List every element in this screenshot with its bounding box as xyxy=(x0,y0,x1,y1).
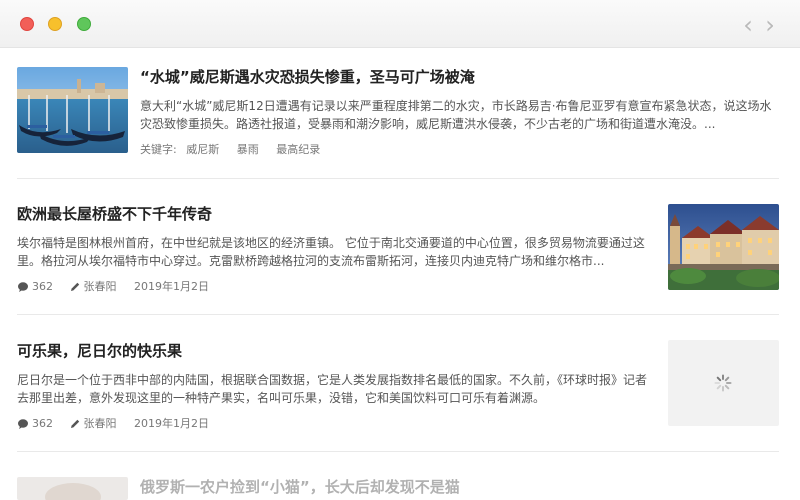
article-title[interactable]: “水城”威尼斯遇水灾恐损失惨重，圣马可广场被淹 xyxy=(140,67,775,87)
article-venice-flood[interactable]: “水城”威尼斯遇水灾恐损失惨重，圣马可广场被淹 意大利“水城”威尼斯12日遭遇有… xyxy=(140,67,775,157)
minimize-window-button[interactable] xyxy=(48,17,62,31)
pencil-icon xyxy=(70,282,79,291)
article-meta: 362 张春阳 2019年1月2日 xyxy=(17,417,653,431)
article-thumbnail-venice[interactable] xyxy=(17,67,128,153)
article-date: 2019年1月2日 xyxy=(134,280,209,293)
comment-icon xyxy=(18,419,28,429)
bridge-houses-photo-icon xyxy=(668,204,779,290)
article-thumbnail-cat[interactable] xyxy=(17,477,128,500)
article-meta: 362 张春阳 2019年1月2日 xyxy=(17,280,653,294)
article-thumbnail-bridge[interactable] xyxy=(668,204,779,290)
comment-icon xyxy=(18,282,28,292)
cat-photo-icon xyxy=(17,477,128,500)
article-author[interactable]: 张春阳 xyxy=(84,280,117,294)
article-keywords: 关键字: 威尼斯 暴雨 最高纪录 xyxy=(140,143,775,157)
article-title[interactable]: 俄罗斯一农户捡到“小猫”，长大后却发现不是猫 xyxy=(140,477,775,497)
divider xyxy=(17,314,779,315)
article-thumbnail-placeholder[interactable] xyxy=(668,340,779,426)
article-cat-story[interactable]: 俄罗斯一农户捡到“小猫”，长大后却发现不是猫 xyxy=(140,477,775,497)
window-titlebar: ‹ › xyxy=(0,0,800,48)
article-summary: 埃尔福特是图林根州首府，在中世纪就是该地区的经济重镇。 它位于南北交通要道的中心… xyxy=(17,236,645,268)
maximize-window-button[interactable] xyxy=(77,17,91,31)
article-kola-nut[interactable]: 可乐果，尼日尔的快乐果 尼日尔是一个位于西非中部的内陆国，根据联合国数据，它是人… xyxy=(17,341,653,431)
article-summary: 意大利“水城”威尼斯12日遭遇有记录以来严重程度排第二的水灾，市长路易吉·布鲁尼… xyxy=(140,99,772,131)
loading-spinner-icon xyxy=(714,374,732,392)
keywords-label: 关键字: xyxy=(140,143,177,156)
divider xyxy=(17,451,779,452)
back-arrow-icon[interactable]: ‹ xyxy=(738,12,758,38)
pencil-icon xyxy=(70,419,79,428)
article-summary: 尼日尔是一个位于西非中部的内陆国，根据联合国数据，它是人类发展指数排名最低的国家… xyxy=(17,373,648,405)
keyword-tag[interactable]: 暴雨 xyxy=(237,143,259,157)
article-title[interactable]: 可乐果，尼日尔的快乐果 xyxy=(17,341,653,361)
venice-canal-photo-icon xyxy=(17,67,128,153)
article-author[interactable]: 张春阳 xyxy=(84,417,117,431)
comment-count: 362 xyxy=(32,417,53,430)
keyword-tag[interactable]: 最高纪录 xyxy=(276,143,320,157)
article-date: 2019年1月2日 xyxy=(134,417,209,430)
article-title[interactable]: 欧洲最长屋桥盛不下千年传奇 xyxy=(17,204,653,224)
article-longest-bridge[interactable]: 欧洲最长屋桥盛不下千年传奇 埃尔福特是图林根州首府，在中世纪就是该地区的经济重镇… xyxy=(17,204,653,294)
comment-count: 362 xyxy=(32,280,53,293)
close-window-button[interactable] xyxy=(20,17,34,31)
forward-arrow-icon[interactable]: › xyxy=(760,12,780,38)
divider xyxy=(17,178,779,179)
keyword-tag[interactable]: 威尼斯 xyxy=(186,143,219,157)
